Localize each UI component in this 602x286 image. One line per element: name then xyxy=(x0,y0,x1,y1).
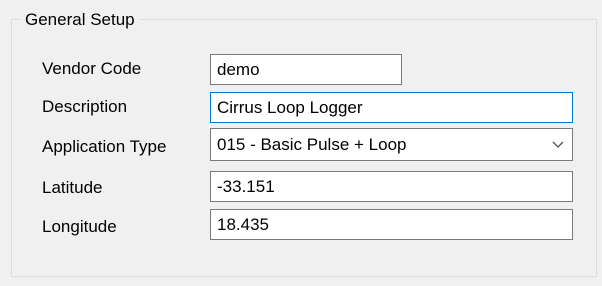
latitude-label: Latitude xyxy=(42,178,103,197)
group-title: General Setup xyxy=(21,10,140,30)
longitude-input[interactable] xyxy=(210,209,573,240)
latitude-input[interactable] xyxy=(210,171,573,202)
longitude-label: Longitude xyxy=(42,217,117,236)
application-type-select[interactable]: 015 - Basic Pulse + Loop xyxy=(210,128,573,161)
application-type-label: Application Type xyxy=(42,137,167,156)
application-type-value: 015 - Basic Pulse + Loop xyxy=(217,135,407,154)
vendor-code-input[interactable] xyxy=(210,54,402,85)
description-input[interactable] xyxy=(210,92,573,123)
chevron-down-icon[interactable] xyxy=(551,138,565,152)
description-label: Description xyxy=(42,97,128,116)
vendor-code-label: Vendor Code xyxy=(42,59,142,78)
